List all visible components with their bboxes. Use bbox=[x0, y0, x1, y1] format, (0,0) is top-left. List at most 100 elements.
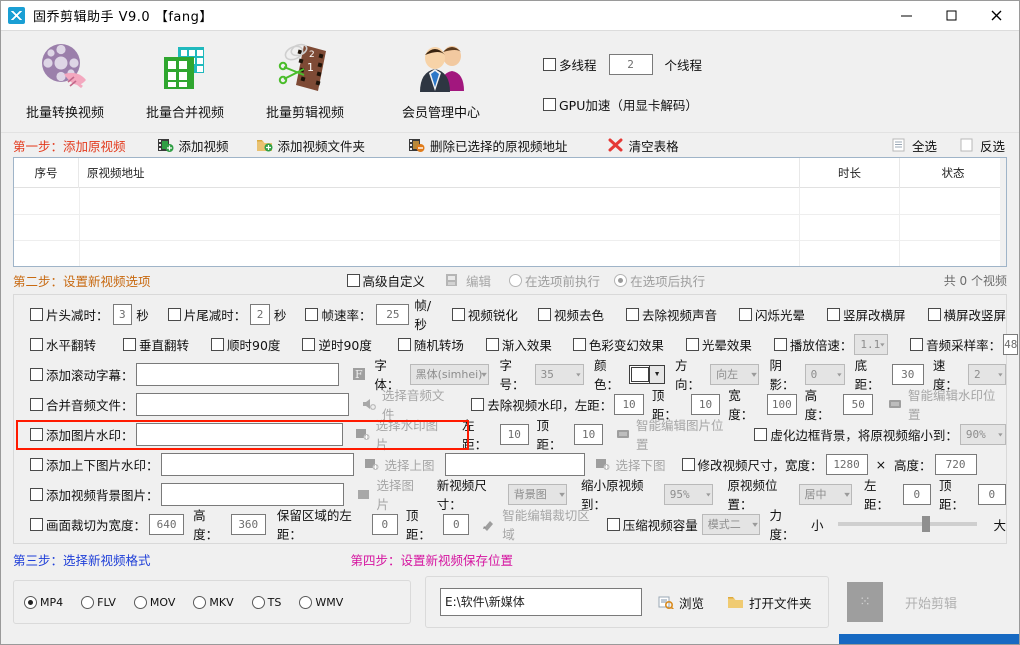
merge-audio-input[interactable] bbox=[135, 392, 349, 416]
format-option-mov[interactable]: MOV bbox=[133, 595, 175, 609]
audio-rate-option[interactable]: 音频采样率： bbox=[910, 335, 1001, 354]
select-all-button[interactable]: 全选 bbox=[891, 136, 937, 155]
hflip-option[interactable]: 水平翻转 bbox=[30, 335, 96, 354]
add-folder-button[interactable]: 添加视频文件夹 bbox=[256, 136, 365, 155]
format-option-mkv[interactable]: MKV bbox=[193, 595, 234, 609]
smart-image-position-button[interactable]: 智能编辑图片位置 bbox=[615, 415, 730, 453]
clear-table-button[interactable]: 清空表格 bbox=[608, 136, 679, 155]
keep-left-input[interactable]: 0 bbox=[371, 513, 398, 535]
scroll-subtitle-option[interactable]: 添加滚动字幕： bbox=[30, 365, 134, 384]
decolor-option[interactable]: 视频去色 bbox=[537, 305, 604, 324]
rotate-ccw-checkbox[interactable] bbox=[302, 337, 316, 351]
halo-option[interactable]: 光晕效果 bbox=[685, 335, 752, 354]
playback-speed-checkbox[interactable] bbox=[773, 337, 787, 351]
rotate-ccw-option[interactable]: 逆时90度 bbox=[302, 335, 372, 354]
maximize-button[interactable] bbox=[929, 1, 974, 31]
tool-member-center[interactable]: 会员管理中心 bbox=[385, 37, 497, 121]
head-trim-input[interactable]: 3 bbox=[112, 303, 133, 325]
new-size-select[interactable]: 背景图 ▾ bbox=[507, 483, 567, 505]
format-option-ts[interactable]: TS bbox=[251, 595, 281, 609]
bg-top-input[interactable]: 0 bbox=[977, 483, 1007, 505]
top-bottom-watermark-checkbox[interactable] bbox=[30, 457, 43, 471]
slider-knob[interactable] bbox=[921, 516, 930, 532]
v2h-checkbox[interactable] bbox=[826, 307, 840, 321]
background-image-input[interactable] bbox=[160, 482, 344, 506]
head-trim-checkbox[interactable] bbox=[30, 307, 43, 321]
table-body[interactable] bbox=[14, 188, 1006, 266]
sharpen-option[interactable]: 视频锐化 bbox=[451, 305, 518, 324]
subtitle-color-button[interactable]: ▼ bbox=[629, 364, 665, 384]
font-select[interactable]: 黑体(simhei) ▾ bbox=[409, 363, 490, 385]
crop-width-input[interactable]: 640 bbox=[149, 513, 185, 535]
img-left-input[interactable]: 10 bbox=[499, 423, 529, 445]
rotate-cw-checkbox[interactable] bbox=[211, 337, 225, 351]
invert-select-button[interactable]: 反选 bbox=[959, 136, 1005, 155]
bg-left-input[interactable]: 0 bbox=[902, 483, 931, 505]
format-radio-mkv[interactable] bbox=[193, 595, 207, 609]
browse-button[interactable]: 浏览 bbox=[658, 593, 704, 612]
vertical-to-horizontal-option[interactable]: 竖屏改横屏 bbox=[826, 305, 906, 324]
video-list-table[interactable]: 序号 原视频地址 时长 状态 bbox=[13, 157, 1007, 267]
bottom-dist-input[interactable]: 30 bbox=[891, 363, 924, 385]
playback-speed-option[interactable]: 播放倍速： bbox=[773, 335, 852, 354]
gpu-accel-checkbox[interactable] bbox=[543, 97, 556, 111]
merge-audio-option[interactable]: 合并音频文件： bbox=[30, 395, 134, 414]
tail-trim-checkbox[interactable] bbox=[167, 307, 181, 321]
background-image-checkbox[interactable] bbox=[30, 487, 43, 501]
direction-select[interactable]: 向左 ▾ bbox=[710, 363, 760, 385]
smart-crop-button[interactable]: 智能编辑裁切区域 bbox=[481, 505, 592, 543]
format-option-flv[interactable]: FLV bbox=[81, 595, 116, 609]
halo-checkbox[interactable] bbox=[685, 337, 699, 351]
image-watermark-input[interactable] bbox=[135, 422, 343, 446]
shrink-select[interactable]: 95% ▾ bbox=[663, 483, 714, 505]
format-radio-mp4[interactable] bbox=[24, 595, 37, 609]
format-radio-wmv[interactable] bbox=[299, 595, 313, 609]
decolor-checkbox[interactable] bbox=[537, 307, 551, 321]
run-after-option[interactable]: 在选项后执行 bbox=[614, 271, 705, 290]
choose-watermark-image-button[interactable]: 选择水印图片 bbox=[355, 415, 447, 453]
format-radio-flv[interactable] bbox=[81, 595, 95, 609]
strength-slider[interactable] bbox=[837, 516, 978, 532]
smart-watermark-button[interactable]: 智能编辑水印位置 bbox=[887, 385, 1006, 423]
close-button[interactable] bbox=[974, 1, 1019, 31]
format-option-wmv[interactable]: WMV bbox=[299, 595, 343, 609]
minimize-button[interactable] bbox=[884, 1, 929, 31]
choose-bottom-image-button[interactable]: 选择下图 bbox=[595, 455, 666, 474]
format-radio-ts[interactable] bbox=[251, 595, 265, 609]
color-shift-checkbox[interactable] bbox=[572, 337, 586, 351]
remove-watermark-checkbox[interactable] bbox=[471, 397, 485, 411]
remove-watermark-option[interactable]: 去除视频水印，左距： bbox=[471, 395, 612, 414]
advanced-custom-option[interactable]: 高级自定义 bbox=[346, 271, 425, 290]
add-video-button[interactable]: 添加视频 bbox=[157, 136, 229, 155]
vflip-checkbox[interactable] bbox=[123, 337, 137, 351]
compress-checkbox[interactable] bbox=[606, 517, 620, 531]
resize-video-option[interactable]: 修改视频尺寸，宽度： bbox=[681, 455, 823, 474]
open-folder-button[interactable]: 打开文件夹 bbox=[728, 593, 812, 612]
flicker-checkbox[interactable] bbox=[738, 307, 752, 321]
run-after-radio[interactable] bbox=[614, 273, 628, 287]
wm-width-input[interactable]: 100 bbox=[767, 393, 797, 415]
run-before-option[interactable]: 在选项前执行 bbox=[509, 271, 600, 290]
hflip-checkbox[interactable] bbox=[30, 337, 43, 351]
head-trim-option[interactable]: 片头减时： bbox=[30, 305, 109, 324]
tool-batch-clip[interactable]: 2 1 批量剪辑视频 bbox=[249, 37, 361, 121]
audio-rate-checkbox[interactable] bbox=[910, 337, 924, 351]
wm-left-input[interactable]: 10 bbox=[614, 393, 644, 415]
color-shift-option[interactable]: 色彩变幻效果 bbox=[572, 335, 664, 354]
run-before-radio[interactable] bbox=[509, 273, 523, 287]
sharpen-checkbox[interactable] bbox=[451, 307, 465, 321]
blur-shrink-select[interactable]: 90% ▾ bbox=[959, 423, 1006, 445]
wm-height-input[interactable]: 50 bbox=[843, 393, 873, 415]
resize-height-input[interactable]: 720 bbox=[934, 453, 977, 475]
horizontal-to-vertical-option[interactable]: 横屏改竖屏 bbox=[927, 305, 1006, 324]
advanced-custom-checkbox[interactable] bbox=[346, 273, 360, 287]
playback-speed-select[interactable]: 1.1 ▾ bbox=[854, 333, 889, 355]
tool-batch-merge[interactable]: 批量合并视频 bbox=[129, 37, 241, 121]
random-transition-option[interactable]: 随机转场 bbox=[397, 335, 464, 354]
image-watermark-checkbox[interactable] bbox=[30, 427, 43, 441]
save-path-input[interactable]: E:\软件\新媒体 bbox=[440, 588, 642, 616]
fade-in-option[interactable]: 渐入效果 bbox=[485, 335, 552, 354]
rotate-cw-option[interactable]: 顺时90度 bbox=[211, 335, 280, 354]
wm-top-input[interactable]: 10 bbox=[690, 393, 721, 415]
image-watermark-option[interactable]: 添加图片水印： bbox=[30, 425, 134, 444]
